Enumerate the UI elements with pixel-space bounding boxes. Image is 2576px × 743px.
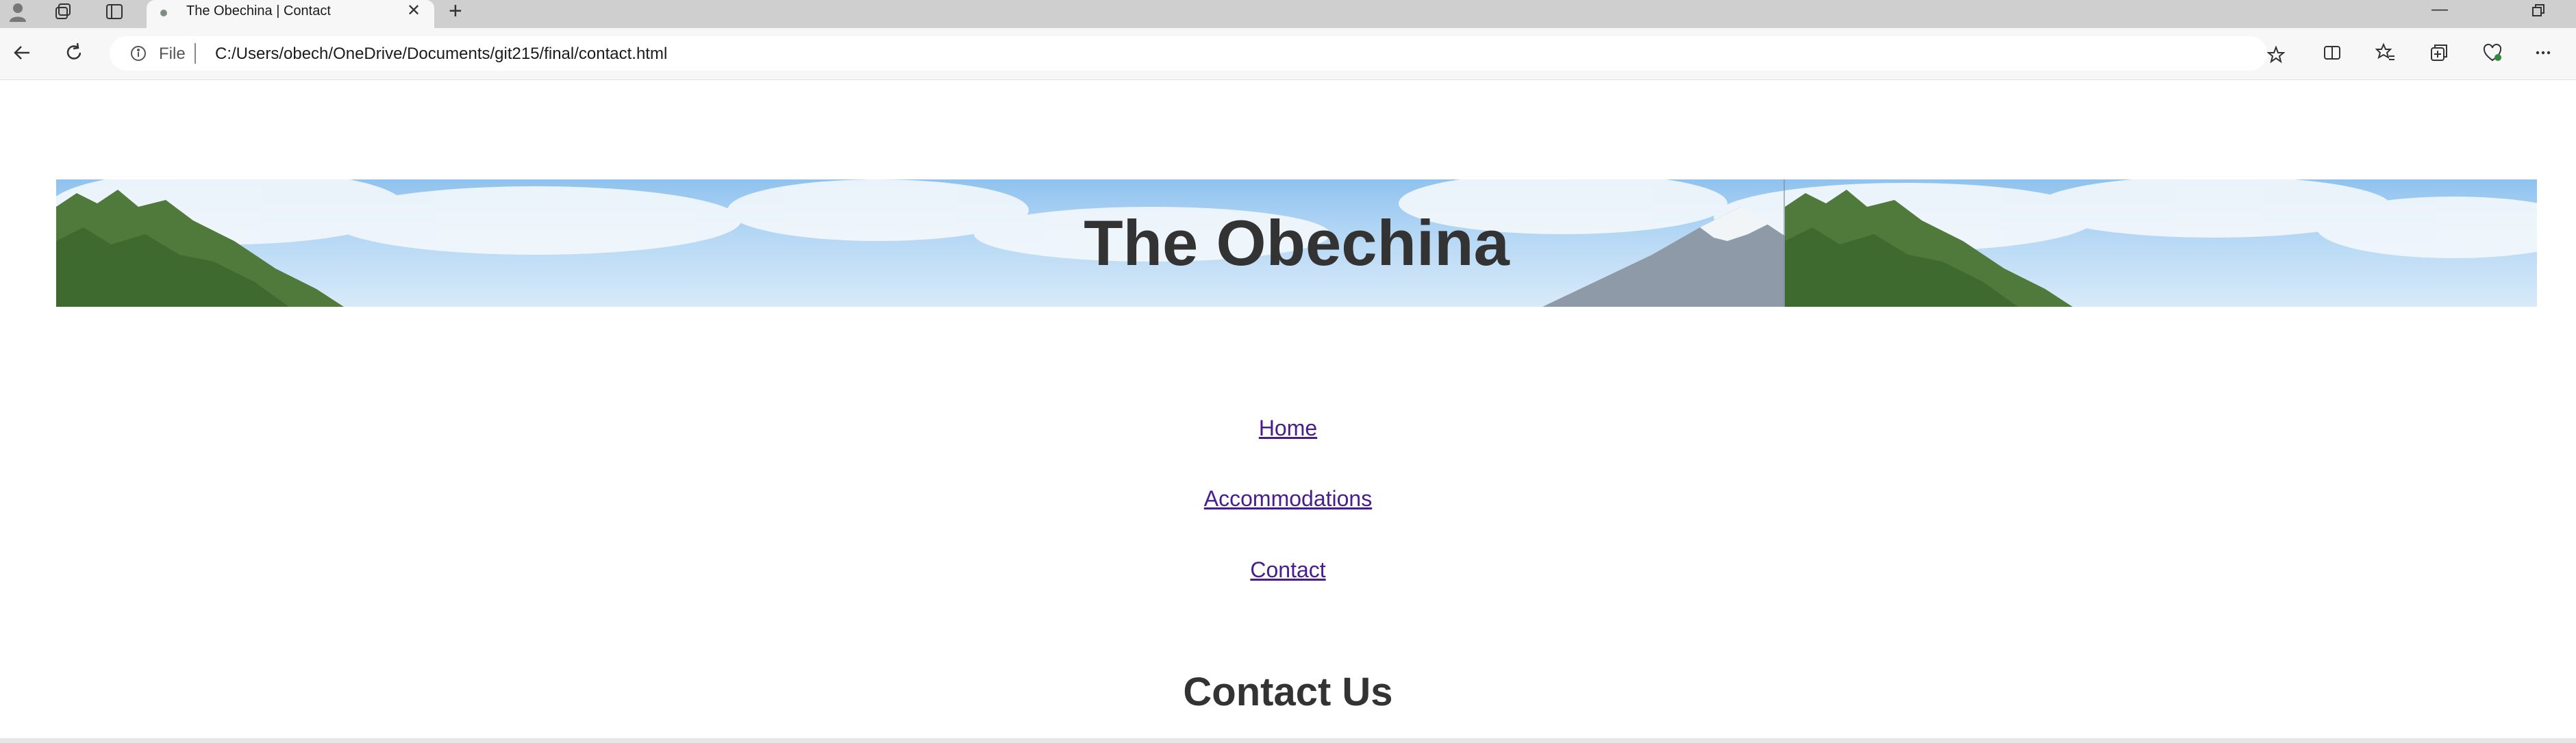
nav-link-home[interactable]: Home (0, 416, 2576, 441)
favorite-star-icon[interactable] (2266, 45, 2286, 67)
minimize-icon[interactable]: — (2431, 0, 2448, 19)
address-separator (195, 43, 196, 64)
nav-link-accommodations[interactable]: Accommodations (0, 486, 2576, 512)
page-heading: Contact Us (1183, 670, 1393, 714)
header-banner: The Obechina (56, 179, 2537, 307)
site-title: The Obechina (1084, 207, 1510, 279)
split-screen-icon[interactable] (2318, 39, 2346, 66)
collections-icon[interactable] (2425, 39, 2453, 66)
close-tab-icon[interactable]: ✕ (407, 3, 421, 19)
refresh-icon[interactable] (60, 39, 88, 66)
address-bar[interactable]: File C:/Users/obech/OneDrive/Documents/g… (110, 36, 2286, 71)
page-favicon-icon (158, 7, 170, 19)
nav-link-contact[interactable]: Contact (0, 557, 2576, 583)
back-icon[interactable] (8, 39, 36, 66)
new-tab-icon[interactable]: + (449, 0, 462, 23)
restore-window-icon[interactable] (2531, 3, 2546, 21)
tab-title: The Obechina | Contact (186, 3, 331, 18)
favorites-icon[interactable] (2372, 39, 2399, 66)
site-info-icon[interactable] (130, 45, 147, 65)
tab-strip: The Obechina | Contact ✕ + — (0, 0, 2576, 28)
workspaces-icon[interactable] (49, 0, 77, 23)
profile-icon[interactable] (4, 0, 32, 23)
browser-toolbar: File C:/Users/obech/OneDrive/Documents/g… (0, 28, 2576, 80)
more-options-icon[interactable] (2529, 39, 2557, 66)
browser-essentials-icon[interactable] (2479, 39, 2506, 66)
web-page: The Obechina Home Accommodations Contact… (0, 80, 2576, 738)
window-bottom-edge (0, 738, 2576, 743)
tab-actions-icon[interactable] (101, 0, 128, 23)
address-url[interactable]: C:/Users/obech/OneDrive/Documents/git215… (215, 45, 667, 64)
address-scheme-label: File (159, 45, 186, 63)
